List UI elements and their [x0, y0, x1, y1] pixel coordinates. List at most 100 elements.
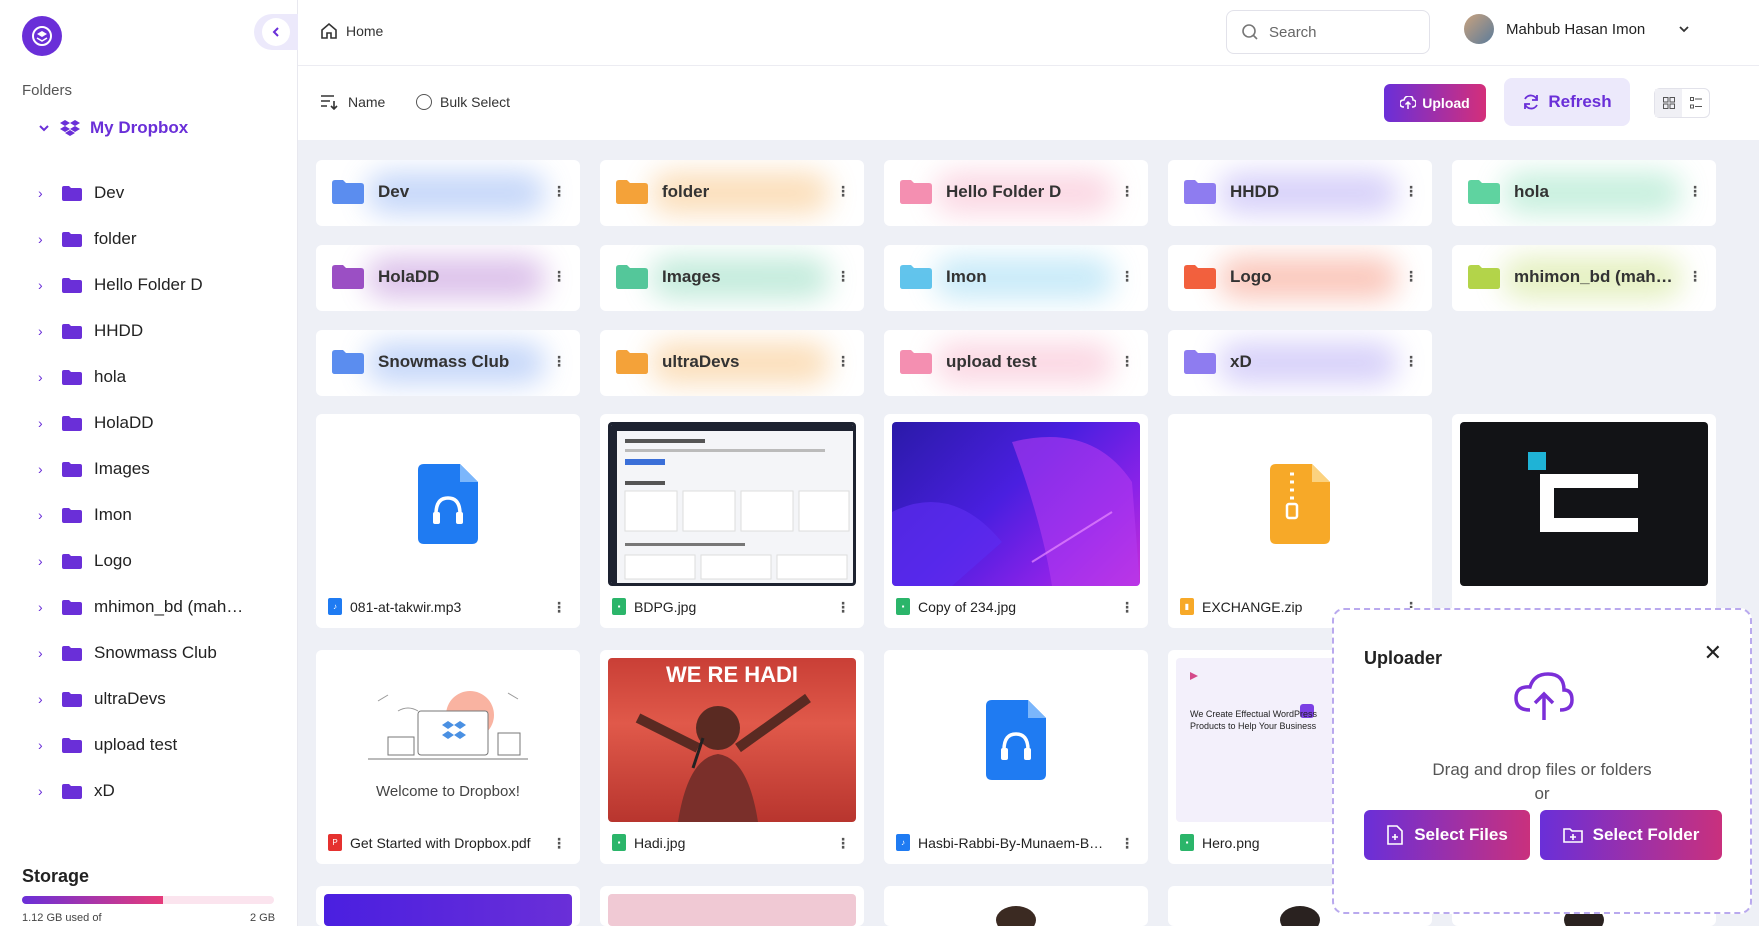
sidebar-item[interactable]: › upload test	[38, 722, 243, 768]
more-options-icon[interactable]: ⋮	[836, 184, 850, 198]
search-box[interactable]	[1226, 10, 1430, 54]
folder-name: Imon	[946, 267, 987, 286]
more-options-icon[interactable]: ⋮	[836, 354, 850, 368]
sidebar-item-label: HHDD	[94, 321, 144, 340]
breadcrumb-home[interactable]: Home	[346, 23, 383, 39]
bulk-select-radio[interactable]	[416, 94, 432, 110]
chevron-right-icon[interactable]: ›	[38, 691, 50, 707]
chevron-right-icon[interactable]: ›	[38, 783, 50, 799]
breadcrumb[interactable]: Home	[320, 22, 383, 40]
user-name[interactable]: Mahbub Hasan Imon	[1506, 21, 1645, 38]
folder-card[interactable]: mhimon_bd (mah… ⋮	[1452, 245, 1716, 311]
folder-card[interactable]: ultraDevs ⋮	[600, 330, 864, 396]
sidebar-item[interactable]: › mhimon_bd (mah…	[38, 584, 243, 630]
file-card[interactable]	[316, 886, 580, 926]
chevron-right-icon[interactable]: ›	[38, 415, 50, 431]
file-card[interactable]: WE RE HADI ▪ Hadi.jpg ⋮	[600, 650, 864, 864]
folder-card[interactable]: Snowmass Club ⋮	[316, 330, 580, 396]
folder-card[interactable]: hola ⋮	[1452, 160, 1716, 226]
avatar[interactable]	[1464, 14, 1494, 44]
folder-icon	[1184, 265, 1216, 289]
list-view-button[interactable]	[1682, 89, 1709, 117]
more-options-icon[interactable]: ⋮	[552, 600, 566, 614]
folder-card[interactable]: Logo ⋮	[1168, 245, 1432, 311]
chevron-right-icon[interactable]: ›	[38, 369, 50, 385]
folder-card[interactable]: Images ⋮	[600, 245, 864, 311]
file-card[interactable]	[1452, 414, 1716, 628]
sort-button[interactable]: Name	[320, 94, 385, 110]
chevron-right-icon[interactable]: ›	[38, 461, 50, 477]
folder-card[interactable]: Hello Folder D ⋮	[884, 160, 1148, 226]
folder-card[interactable]: xD ⋮	[1168, 330, 1432, 396]
file-card[interactable]: ♪ Hasbi-Rabbi-By-Munaem-B… ⋮	[884, 650, 1148, 864]
more-options-icon[interactable]: ⋮	[552, 184, 566, 198]
chevron-right-icon[interactable]: ›	[38, 507, 50, 523]
chevron-right-icon[interactable]: ›	[38, 277, 50, 293]
more-options-icon[interactable]: ⋮	[836, 600, 850, 614]
file-card[interactable]: ▪ BDPG.jpg ⋮	[600, 414, 864, 628]
sidebar-item[interactable]: › ultraDevs	[38, 676, 243, 722]
file-card[interactable]: ▮ EXCHANGE.zip ⋮	[1168, 414, 1432, 628]
sidebar-item[interactable]: › Images	[38, 446, 243, 492]
user-menu[interactable]: Mahbub Hasan Imon	[1464, 14, 1691, 44]
folder-name: HHDD	[1230, 182, 1280, 201]
bulk-select-toggle[interactable]: Bulk Select	[416, 94, 510, 110]
chevron-right-icon[interactable]: ›	[38, 645, 50, 661]
select-files-button[interactable]: Select Files	[1364, 810, 1530, 860]
chevron-right-icon[interactable]: ›	[38, 553, 50, 569]
sidebar-item[interactable]: › Hello Folder D	[38, 262, 243, 308]
chevron-down-icon[interactable]	[1677, 22, 1691, 36]
more-options-icon[interactable]: ⋮	[1404, 184, 1418, 198]
more-options-icon[interactable]: ⋮	[552, 354, 566, 368]
more-options-icon[interactable]: ⋮	[1688, 269, 1702, 283]
file-card[interactable]	[600, 886, 864, 926]
more-options-icon[interactable]: ⋮	[1120, 836, 1134, 850]
grid-view-button[interactable]	[1655, 89, 1682, 117]
folder-card[interactable]: folder ⋮	[600, 160, 864, 226]
more-options-icon[interactable]: ⋮	[1120, 600, 1134, 614]
sidebar-item[interactable]: › HHDD	[38, 308, 243, 354]
sidebar-item[interactable]: › xD	[38, 768, 243, 814]
app-logo[interactable]	[22, 16, 62, 56]
folder-card[interactable]: HHDD ⋮	[1168, 160, 1432, 226]
more-options-icon[interactable]: ⋮	[1120, 184, 1134, 198]
folder-card[interactable]: upload test ⋮	[884, 330, 1148, 396]
folder-card[interactable]: Dev ⋮	[316, 160, 580, 226]
more-options-icon[interactable]: ⋮	[1120, 354, 1134, 368]
chevron-right-icon[interactable]: ›	[38, 231, 50, 247]
sidebar-item[interactable]: › folder	[38, 216, 243, 262]
sidebar-item[interactable]: › Logo	[38, 538, 243, 584]
upload-button[interactable]: Upload	[1384, 84, 1486, 122]
sidebar-item[interactable]: › Dev	[38, 170, 243, 216]
folder-card[interactable]: Imon ⋮	[884, 245, 1148, 311]
sidebar-item-label: Snowmass Club	[94, 643, 217, 662]
more-options-icon[interactable]: ⋮	[1120, 269, 1134, 283]
folder-card[interactable]: HolaDD ⋮	[316, 245, 580, 311]
sidebar-item[interactable]: › Imon	[38, 492, 243, 538]
more-options-icon[interactable]: ⋮	[552, 269, 566, 283]
refresh-button[interactable]: Refresh	[1504, 78, 1630, 126]
more-options-icon[interactable]: ⋮	[1404, 269, 1418, 283]
more-options-icon[interactable]: ⋮	[552, 836, 566, 850]
close-icon[interactable]: ✕	[1704, 640, 1722, 666]
sidebar-item[interactable]: › hola	[38, 354, 243, 400]
more-options-icon[interactable]: ⋮	[836, 269, 850, 283]
collapse-sidebar-button[interactable]	[254, 14, 298, 50]
chevron-right-icon[interactable]: ›	[38, 185, 50, 201]
more-options-icon[interactable]: ⋮	[1404, 354, 1418, 368]
file-card[interactable]: ▪ Copy of 234.jpg ⋮	[884, 414, 1148, 628]
more-options-icon[interactable]: ⋮	[1688, 184, 1702, 198]
sidebar-item[interactable]: › HolaDD	[38, 400, 243, 446]
search-input[interactable]	[1269, 23, 1409, 41]
chevron-right-icon[interactable]: ›	[38, 737, 50, 753]
more-options-icon[interactable]: ⋮	[836, 836, 850, 850]
uploader-panel[interactable]: Uploader ✕ Drag and drop files or folder…	[1332, 608, 1752, 914]
file-card[interactable]: Welcome to Dropbox! P Get Started with Dr…	[316, 650, 580, 864]
chevron-right-icon[interactable]: ›	[38, 323, 50, 339]
file-card[interactable]	[884, 886, 1148, 926]
tree-root-my-dropbox[interactable]: My Dropbox	[38, 118, 188, 138]
sidebar-item[interactable]: › Snowmass Club	[38, 630, 243, 676]
select-folder-button[interactable]: Select Folder	[1540, 810, 1722, 860]
chevron-right-icon[interactable]: ›	[38, 599, 50, 615]
file-card[interactable]: ♪ 081-at-takwir.mp3 ⋮	[316, 414, 580, 628]
